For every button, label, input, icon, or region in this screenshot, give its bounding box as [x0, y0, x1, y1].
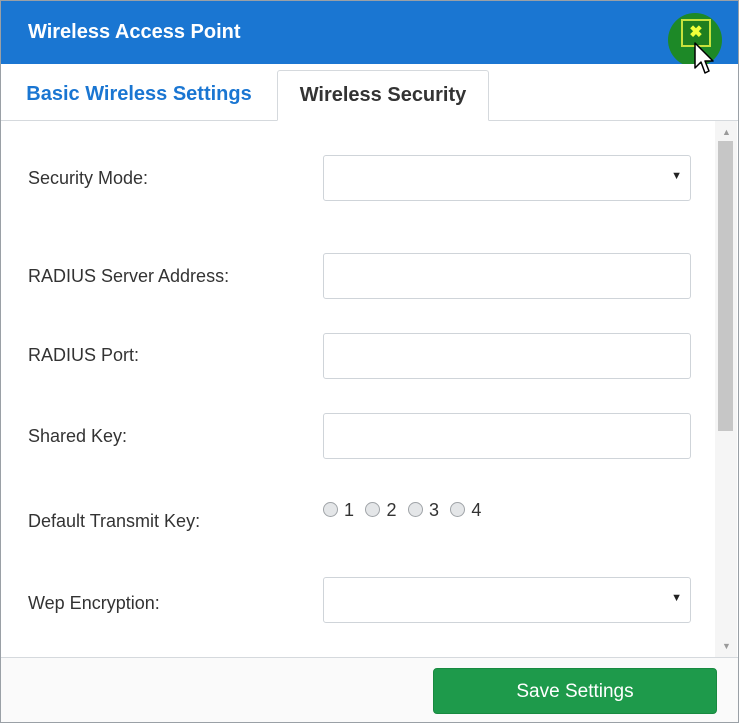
transmit-key-option-3[interactable]: 3 [407, 500, 439, 521]
transmit-key-option-2[interactable]: 2 [365, 500, 396, 521]
shared-key-input[interactable] [323, 413, 691, 459]
scroll-down-icon[interactable]: ▼ [722, 641, 731, 651]
wireless-security-form: Security Mode: ▼ RADIUS Server Address: … [1, 121, 713, 657]
security-mode-label: Security Mode: [28, 168, 149, 188]
radius-port-label: RADIUS Port: [28, 345, 140, 365]
security-mode-select[interactable]: ▼ [323, 155, 691, 201]
close-icon: ✖ [689, 24, 703, 41]
chevron-down-icon: ▼ [671, 170, 682, 182]
tab-wireless-security[interactable]: Wireless Security [277, 70, 489, 121]
radio-label: 2 [386, 500, 397, 520]
wep-encryption-select[interactable]: ▼ [323, 577, 691, 623]
radius-server-address-label: RADIUS Server Address: [28, 266, 230, 286]
radio-button[interactable] [365, 502, 381, 518]
wep-encryption-label: Wep Encryption: [28, 593, 160, 613]
transmit-key-option-1[interactable]: 1 [323, 500, 354, 521]
scrollbar-thumb[interactable] [718, 141, 733, 431]
tab-label: Basic Wireless Settings [26, 83, 252, 105]
tab-basic-wireless-settings[interactable]: Basic Wireless Settings [1, 70, 277, 120]
radius-server-address-input[interactable] [323, 253, 691, 299]
shared-key-label: Shared Key: [28, 426, 128, 446]
radio-button[interactable] [450, 502, 466, 518]
radio-label: 1 [344, 500, 355, 520]
radio-button[interactable] [407, 502, 423, 518]
dialog-footer: Save Settings [1, 657, 738, 722]
chevron-down-icon: ▼ [671, 592, 682, 604]
title-bar: Wireless Access Point ✖ [1, 1, 738, 67]
radio-button[interactable] [323, 502, 338, 518]
mouse-pointer-icon [694, 42, 714, 74]
tab-label: Wireless Security [299, 84, 467, 106]
radio-label: 4 [471, 500, 482, 520]
radius-port-input[interactable] [323, 333, 691, 379]
tab-bar: Basic Wireless Settings Wireless Securit… [1, 64, 738, 121]
wireless-access-point-dialog: Wireless Access Point ✖ Basic Wireless S… [0, 0, 739, 723]
default-transmit-key-label: Default Transmit Key: [28, 511, 201, 531]
transmit-key-option-4[interactable]: 4 [450, 500, 481, 521]
scroll-up-icon[interactable]: ▲ [722, 127, 731, 137]
default-transmit-key-radio-group: 1 2 3 4 [323, 500, 488, 522]
radio-label: 3 [428, 500, 439, 520]
window-title: Wireless Access Point [28, 21, 241, 43]
vertical-scrollbar[interactable]: ▲ ▼ [715, 121, 737, 657]
save-settings-button[interactable]: Save Settings [433, 668, 717, 714]
